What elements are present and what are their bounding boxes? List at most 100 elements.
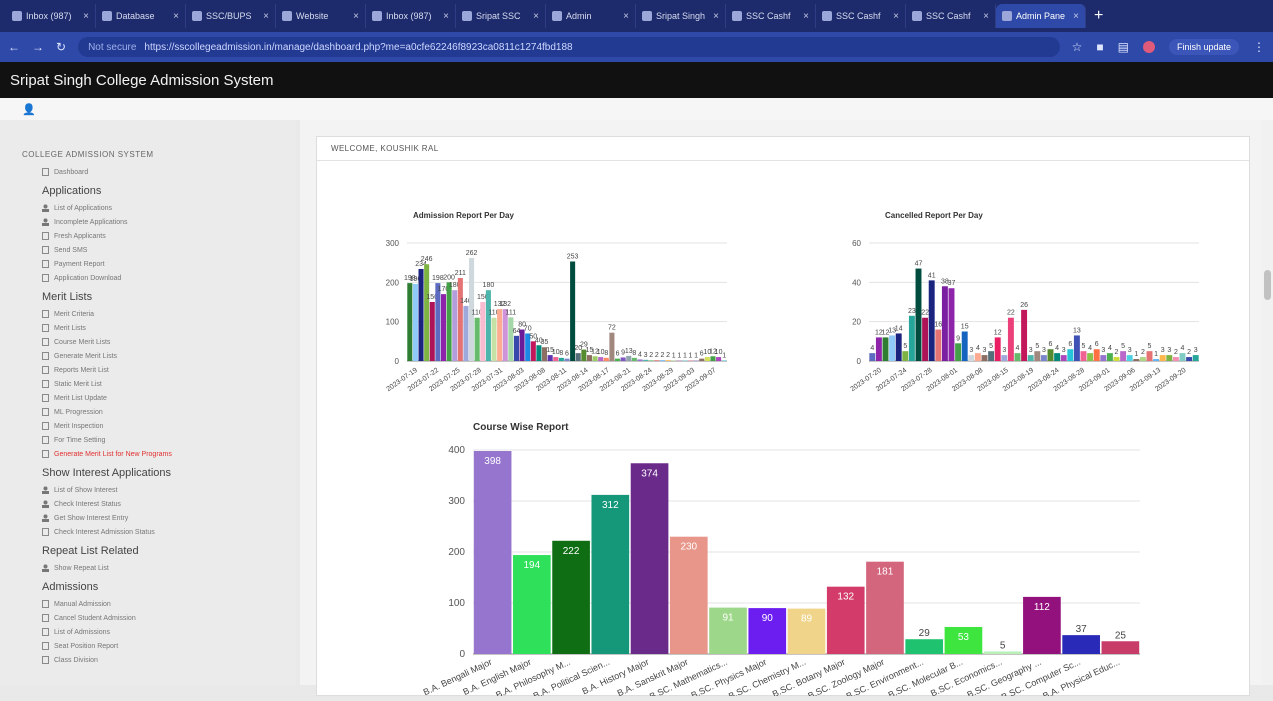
chart-bar (922, 318, 928, 361)
close-icon[interactable]: × (983, 11, 989, 22)
address-bar[interactable]: Not secure https://sscollegeadmission.in… (78, 37, 1060, 57)
new-tab-icon[interactable]: + (1086, 7, 1111, 25)
tab-favicon-icon (192, 11, 202, 21)
sidebar-item[interactable]: Incomplete Applications (22, 215, 296, 229)
sidebar-item[interactable]: Generate Merit Lists (22, 349, 296, 363)
close-icon[interactable]: × (803, 11, 809, 22)
close-icon[interactable]: × (83, 11, 89, 22)
data-label: 6 (1068, 341, 1072, 348)
chart-bar (1067, 349, 1073, 361)
sidebar-item[interactable]: List of Applications (22, 201, 296, 215)
browser-tab[interactable]: SSC Cashf× (816, 4, 906, 28)
browser-tab[interactable]: Website× (276, 4, 366, 28)
sidebar-item[interactable]: Application Download (22, 271, 296, 285)
sidebar-item[interactable]: Payment Report (22, 257, 296, 271)
chart-bar (1140, 357, 1146, 361)
browser-tab[interactable]: SSC/BUPS× (186, 4, 276, 28)
browser-tab[interactable]: Admin Pane× (996, 4, 1086, 28)
chart-bar (1180, 353, 1186, 361)
sidebar-item[interactable]: Course Merit Lists (22, 335, 296, 349)
browser-tab[interactable]: Admin× (546, 4, 636, 28)
chart-bar (553, 357, 558, 361)
sidepanel-icon[interactable]: ▤ (1118, 40, 1129, 54)
document-icon (42, 246, 49, 254)
chart-bar (968, 355, 974, 361)
tab-favicon-icon (912, 11, 922, 21)
page-scrollbar[interactable] (1262, 120, 1273, 685)
data-label: 2 (1115, 349, 1119, 356)
data-label: 15 (961, 324, 969, 331)
sidebar-item-dashboard[interactable]: Dashboard (22, 165, 296, 179)
person-icon (42, 486, 49, 494)
extensions-icon[interactable]: ■ (1096, 40, 1103, 54)
browser-tab[interactable]: Sripat SSC× (456, 4, 546, 28)
url-text[interactable]: https://sscollegeadmission.in/manage/das… (144, 42, 572, 53)
sidebar-item[interactable]: List of Admissions (22, 625, 296, 639)
close-icon[interactable]: × (533, 11, 539, 22)
browser-tab[interactable]: SSC Cashf× (906, 4, 996, 28)
sidebar-item[interactable]: Merit Criteria (22, 307, 296, 321)
sidebar-item[interactable]: Merit List Update (22, 391, 296, 405)
reload-icon[interactable]: ↻ (56, 40, 66, 54)
close-icon[interactable]: × (623, 11, 629, 22)
close-icon[interactable]: × (353, 11, 359, 22)
sidebar-item-label: Fresh Applicants (54, 233, 106, 240)
scrollbar-thumb[interactable] (1264, 270, 1271, 300)
chart-bar (475, 318, 480, 361)
close-icon[interactable]: × (1073, 11, 1079, 22)
close-icon[interactable]: × (443, 11, 449, 22)
profile-avatar[interactable] (1143, 41, 1155, 53)
sidebar-item[interactable]: Generate Merit List for New Programs (22, 447, 296, 461)
sidebar-item[interactable]: Send SMS (22, 243, 296, 257)
sidebar-item[interactable]: Check Interest Admission Status (22, 525, 296, 539)
menu-icon[interactable]: ⋮ (1253, 40, 1265, 54)
sidebar-item[interactable]: Class Division (22, 653, 296, 667)
data-label: 3 (1101, 347, 1105, 354)
data-label: 1 (689, 353, 693, 360)
user-icon[interactable]: 👤 (22, 103, 36, 116)
close-icon[interactable]: × (263, 11, 269, 22)
data-label: 4 (1181, 345, 1185, 352)
update-button[interactable]: Finish update (1169, 39, 1239, 55)
star-icon[interactable]: ☆ (1072, 40, 1083, 54)
data-label: 5 (1121, 343, 1125, 350)
sidebar-item[interactable]: Reports Merit List (22, 363, 296, 377)
sidebar-item[interactable]: Get Show Interest Entry (22, 511, 296, 525)
sidebar-item[interactable]: Fresh Applicants (22, 229, 296, 243)
chart-bar (1048, 349, 1054, 361)
browser-tab[interactable]: Inbox (987)× (6, 4, 96, 28)
data-label: 47 (915, 261, 923, 268)
sidebar-item[interactable]: Merit Inspection (22, 419, 296, 433)
forward-icon[interactable]: → (32, 40, 44, 54)
user-row: 👤 (0, 98, 1273, 120)
close-icon[interactable]: × (173, 11, 179, 22)
close-icon[interactable]: × (713, 11, 719, 22)
chart-bar (1133, 359, 1139, 361)
sidebar-item[interactable]: Merit Lists (22, 321, 296, 335)
sidebar-item[interactable]: Check Interest Status (22, 497, 296, 511)
sidebar-item[interactable]: For Time Setting (22, 433, 296, 447)
browser-tab[interactable]: Database× (96, 4, 186, 28)
sidebar-item-label: Cancel Student Admission (54, 615, 136, 622)
back-icon[interactable]: ← (8, 40, 20, 54)
browser-tab[interactable]: Sripat Singh× (636, 4, 726, 28)
security-indicator[interactable]: Not secure (88, 42, 136, 53)
chart-bar (1074, 335, 1080, 361)
browser-tab[interactable]: Inbox (987)× (366, 4, 456, 28)
chart-bar (435, 283, 440, 361)
document-icon (42, 380, 49, 388)
browser-tab[interactable]: SSC Cashf× (726, 4, 816, 28)
close-icon[interactable]: × (893, 11, 899, 22)
chart-bar (514, 336, 519, 361)
data-label: 181 (877, 567, 894, 578)
document-icon (42, 232, 49, 240)
sidebar-item[interactable]: ML Progression (22, 405, 296, 419)
sidebar-item[interactable]: Static Merit List (22, 377, 296, 391)
sidebar-item[interactable]: Show Repeat List (22, 561, 296, 575)
data-label: 2 (1187, 349, 1191, 356)
data-label: 4 (1055, 345, 1059, 352)
sidebar-item[interactable]: List of Show Interest (22, 483, 296, 497)
sidebar-item[interactable]: Manual Admission (22, 597, 296, 611)
sidebar-item[interactable]: Seat Position Report (22, 639, 296, 653)
sidebar-item[interactable]: Cancel Student Admission (22, 611, 296, 625)
